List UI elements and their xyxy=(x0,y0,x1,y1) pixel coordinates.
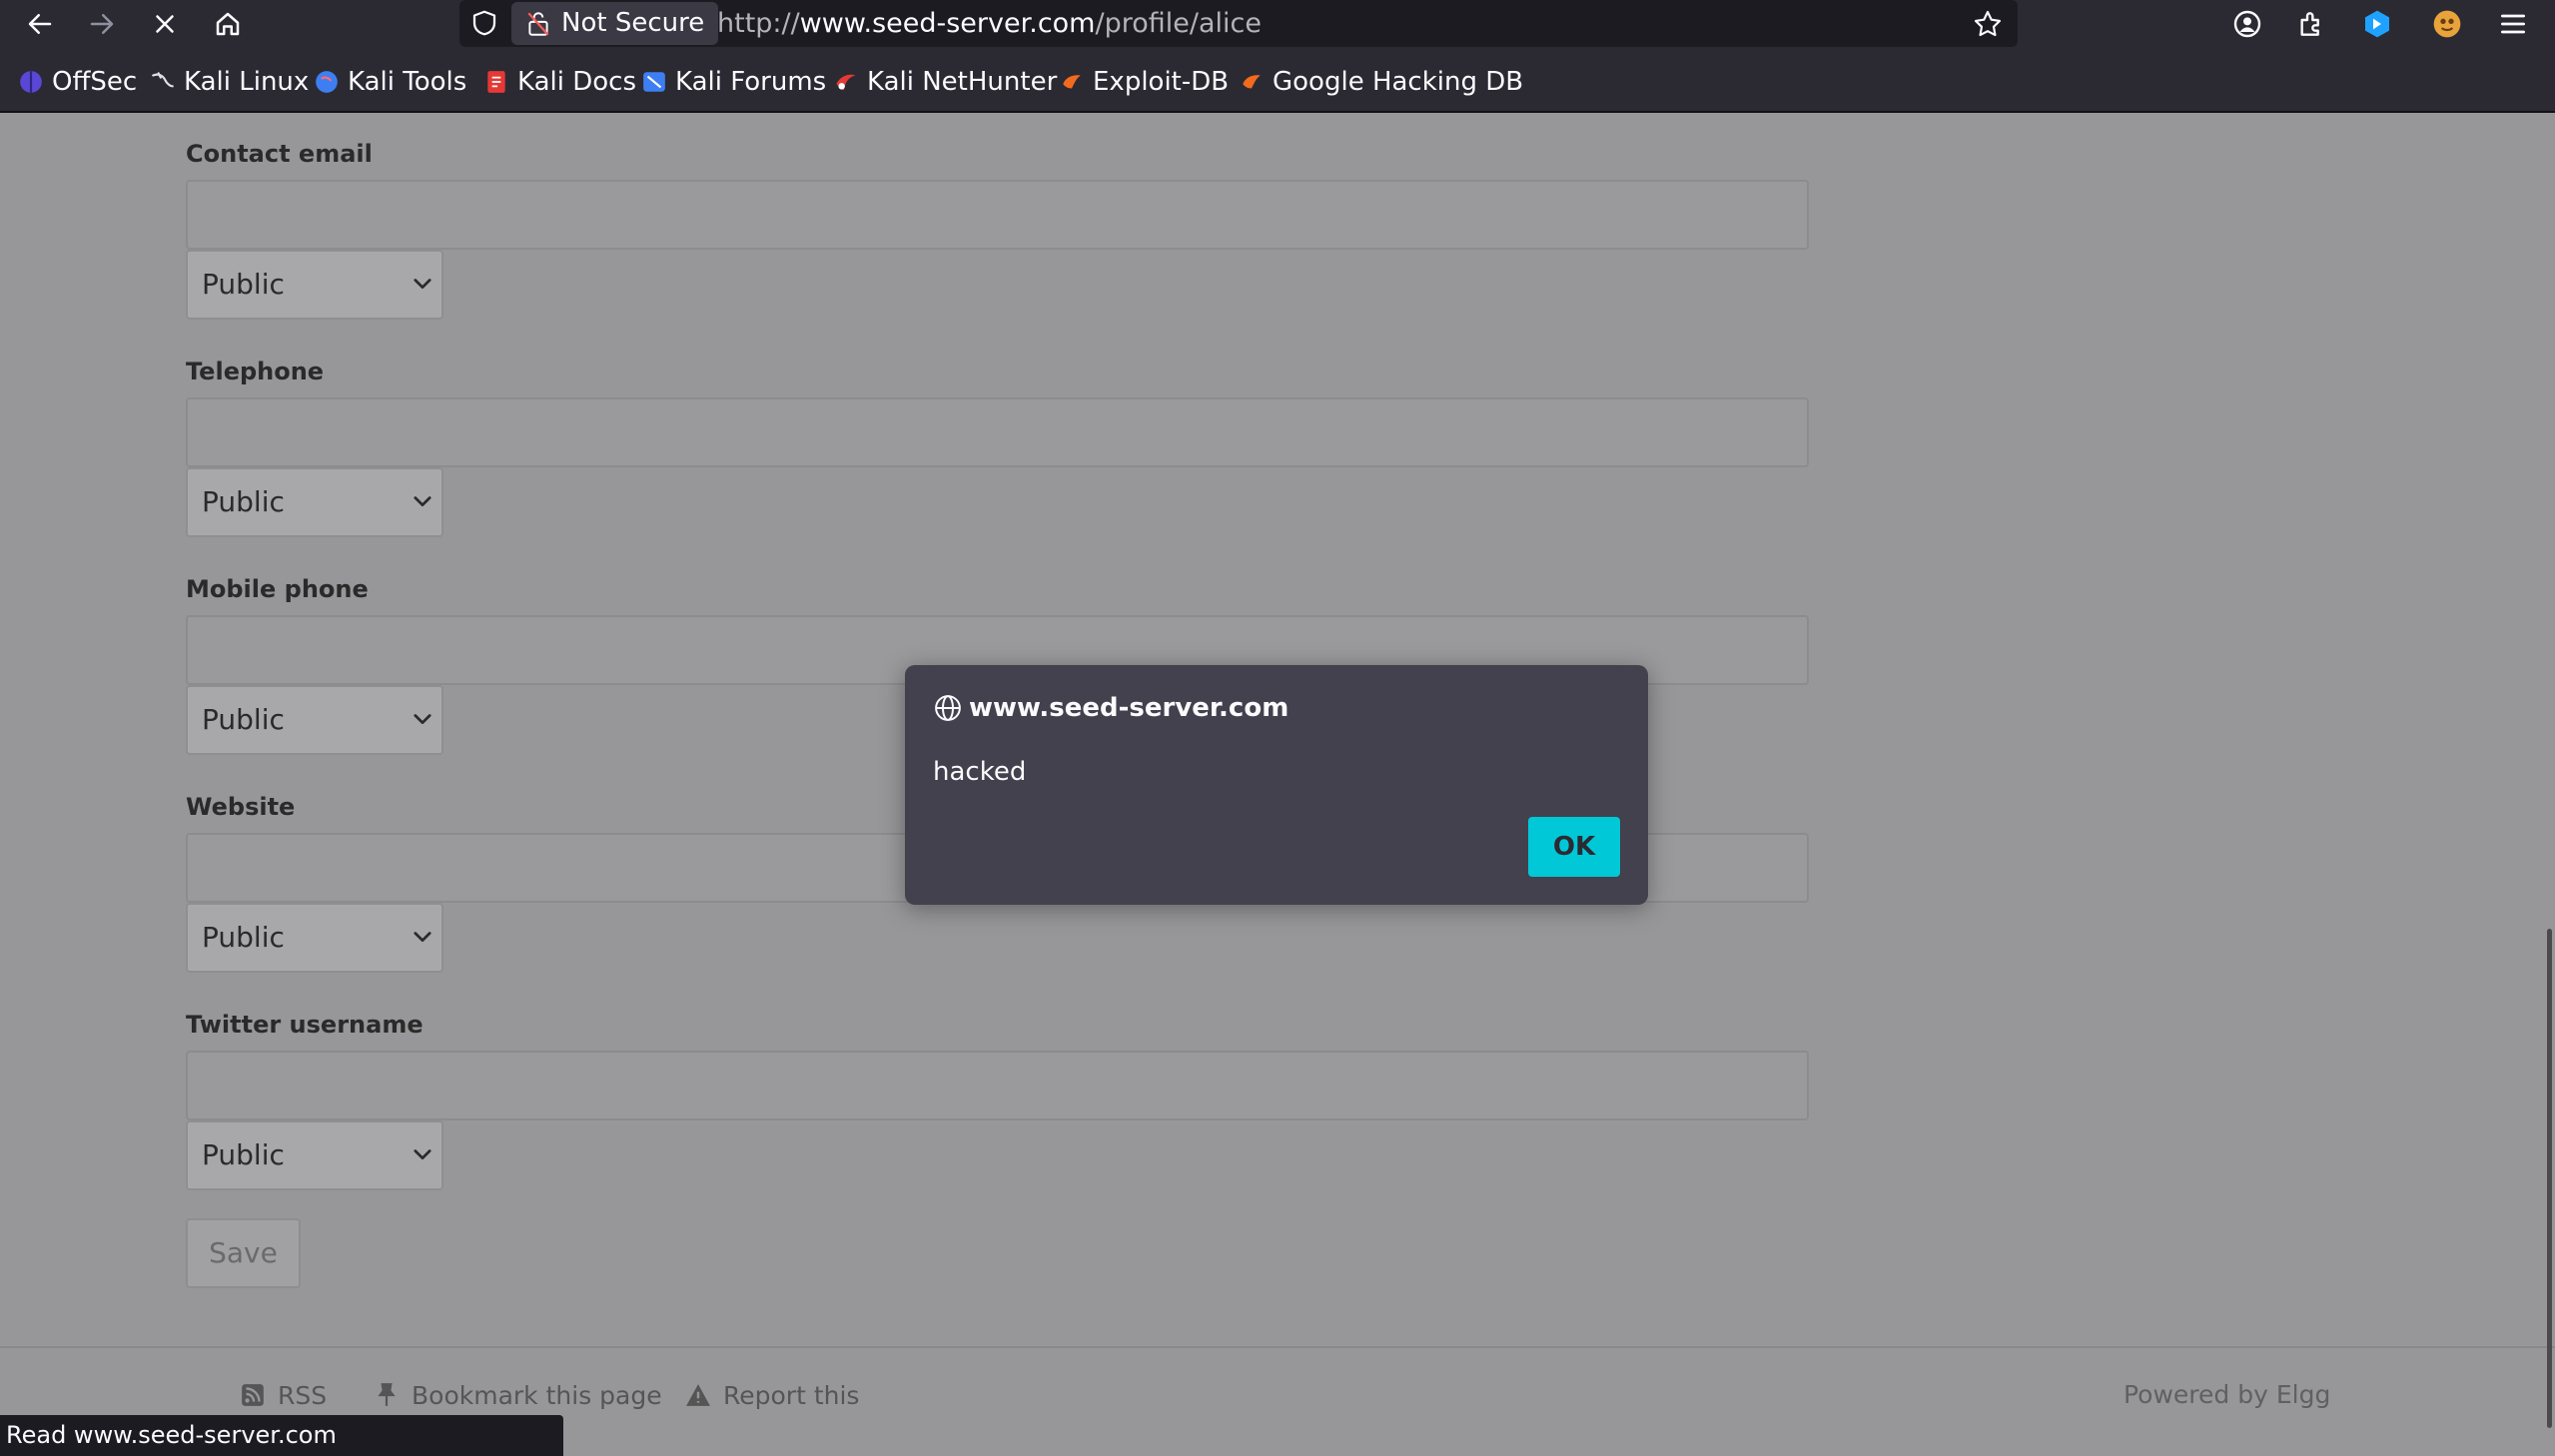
powered-by-elgg[interactable]: Powered by Elgg xyxy=(2124,1378,2330,1412)
bookmark-label: OffSec xyxy=(52,67,138,97)
kali-forums-icon xyxy=(643,72,665,92)
page-scrollbar[interactable] xyxy=(2547,929,2552,1428)
website-access-select[interactable]: Public xyxy=(186,903,443,973)
url-text[interactable]: http://www.seed-server.com/profile/alice xyxy=(717,0,1262,47)
extension-hexagon-button[interactable] xyxy=(2359,6,2395,42)
forward-button[interactable] xyxy=(80,4,124,44)
close-icon xyxy=(156,15,174,33)
access-select-value: Public xyxy=(202,1138,285,1171)
bookmark-offsec[interactable]: OffSec xyxy=(18,65,137,99)
contact-email-access-select[interactable]: Public xyxy=(186,250,443,320)
mobile-phone-access-select[interactable]: Public xyxy=(186,685,443,755)
footer-divider xyxy=(0,1346,2555,1348)
rss-label: RSS xyxy=(278,1380,328,1410)
extension-avatar-button[interactable] xyxy=(2429,6,2465,42)
bookmark-kali-docs[interactable]: Kali Docs xyxy=(483,65,636,99)
bookmark-label: Kali Tools xyxy=(348,67,467,97)
exploit-db-icon xyxy=(1063,75,1081,89)
arrow-left-icon xyxy=(28,14,52,34)
chevron-down-icon xyxy=(414,279,431,290)
bookmark-page-label: Bookmark this page xyxy=(412,1380,662,1410)
pushpin-icon xyxy=(378,1383,396,1406)
report-label: Report this xyxy=(723,1380,860,1410)
access-select-value: Public xyxy=(202,703,285,736)
url-scheme: http:// xyxy=(717,8,800,39)
security-label: Not Secure xyxy=(561,8,705,38)
star-icon[interactable] xyxy=(1972,8,2004,40)
warning-icon xyxy=(686,1384,710,1406)
url-path: /profile/alice xyxy=(1095,8,1262,39)
bookmarks-toolbar: OffSec Kali Linux Kali Tools Kali Docs K… xyxy=(0,47,2555,113)
ghdb-icon xyxy=(1243,75,1261,89)
twitter-username-label: Twitter username xyxy=(186,1011,424,1039)
bookmark-label: Kali Docs xyxy=(517,67,637,97)
arrow-right-icon xyxy=(90,14,114,34)
hexagon-extension-icon xyxy=(2365,10,2389,38)
alert-dialog: www.seed-server.com hacked OK xyxy=(905,665,1648,905)
account-icon xyxy=(2233,10,2261,38)
bookmark-exploit-db[interactable]: Exploit-DB xyxy=(1059,65,1229,99)
bookmark-kali-linux[interactable]: Kali Linux xyxy=(150,65,309,99)
back-button[interactable] xyxy=(18,4,62,44)
status-bar: Read www.seed-server.com xyxy=(0,1415,563,1456)
kali-docs-icon xyxy=(487,71,505,93)
access-select-value: Public xyxy=(202,268,285,301)
bookmark-kali-nethunter[interactable]: Kali NetHunter xyxy=(833,65,1057,99)
contact-email-label: Contact email xyxy=(186,140,373,168)
kali-dragon-icon xyxy=(152,72,174,88)
ok-button[interactable]: OK xyxy=(1528,817,1620,877)
bookmark-label: Kali Forums xyxy=(675,67,827,97)
rss-icon xyxy=(242,1384,264,1406)
bookmark-label: Google Hacking DB xyxy=(1273,67,1524,97)
stop-button[interactable] xyxy=(143,4,187,44)
contact-email-input[interactable] xyxy=(186,180,1809,250)
access-select-value: Public xyxy=(202,485,285,518)
telephone-access-select[interactable]: Public xyxy=(186,467,443,537)
insecure-lock-icon xyxy=(527,12,549,36)
chevron-down-icon xyxy=(414,714,431,725)
chevron-down-icon xyxy=(414,496,431,507)
kali-tools-icon xyxy=(316,71,338,93)
mobile-phone-label: Mobile phone xyxy=(186,575,369,603)
not-secure-indicator[interactable]: Not Secure xyxy=(511,2,719,45)
dialog-message: hacked xyxy=(933,757,1027,787)
bookmark-google-hacking-db[interactable]: Google Hacking DB xyxy=(1239,65,1523,99)
hamburger-menu-icon xyxy=(2501,14,2525,34)
access-select-value: Public xyxy=(202,921,285,954)
dialog-origin: www.seed-server.com xyxy=(969,693,1289,723)
puzzle-icon xyxy=(2300,12,2319,36)
save-button[interactable]: Save xyxy=(186,1218,301,1288)
bookmark-label: Kali NetHunter xyxy=(867,67,1058,97)
footer-bookmark-link[interactable]: Bookmark this page xyxy=(374,1378,662,1412)
bookmark-kali-forums[interactable]: Kali Forums xyxy=(641,65,826,99)
account-button[interactable] xyxy=(2229,6,2265,42)
twitter-username-access-select[interactable]: Public xyxy=(186,1120,443,1190)
bookmark-label: Kali Linux xyxy=(184,67,310,97)
url-host: www.seed-server.com xyxy=(799,8,1096,39)
globe-icon xyxy=(935,695,961,721)
avatar-extension-icon xyxy=(2433,10,2461,38)
browser-toolbar: Not Secure http://www.seed-server.com/pr… xyxy=(0,0,2555,47)
bookmark-kali-tools[interactable]: Kali Tools xyxy=(314,65,466,99)
chevron-down-icon xyxy=(414,1149,431,1160)
url-bar[interactable]: Not Secure http://www.seed-server.com/pr… xyxy=(459,0,2018,47)
offsec-icon xyxy=(20,71,42,93)
menu-button[interactable] xyxy=(2495,6,2531,42)
website-label: Website xyxy=(186,793,296,821)
shield-icon[interactable] xyxy=(469,8,499,38)
telephone-label: Telephone xyxy=(186,358,325,385)
bookmark-label: Exploit-DB xyxy=(1093,67,1230,97)
extensions-button[interactable] xyxy=(2293,6,2329,42)
nethunter-icon xyxy=(836,74,856,91)
home-icon xyxy=(216,12,240,36)
telephone-input[interactable] xyxy=(186,397,1809,467)
home-button[interactable] xyxy=(206,4,250,44)
chevron-down-icon xyxy=(414,932,431,943)
footer-rss-link[interactable]: RSS xyxy=(240,1378,327,1412)
footer-report-link[interactable]: Report this xyxy=(685,1378,859,1412)
twitter-username-input[interactable] xyxy=(186,1051,1809,1120)
